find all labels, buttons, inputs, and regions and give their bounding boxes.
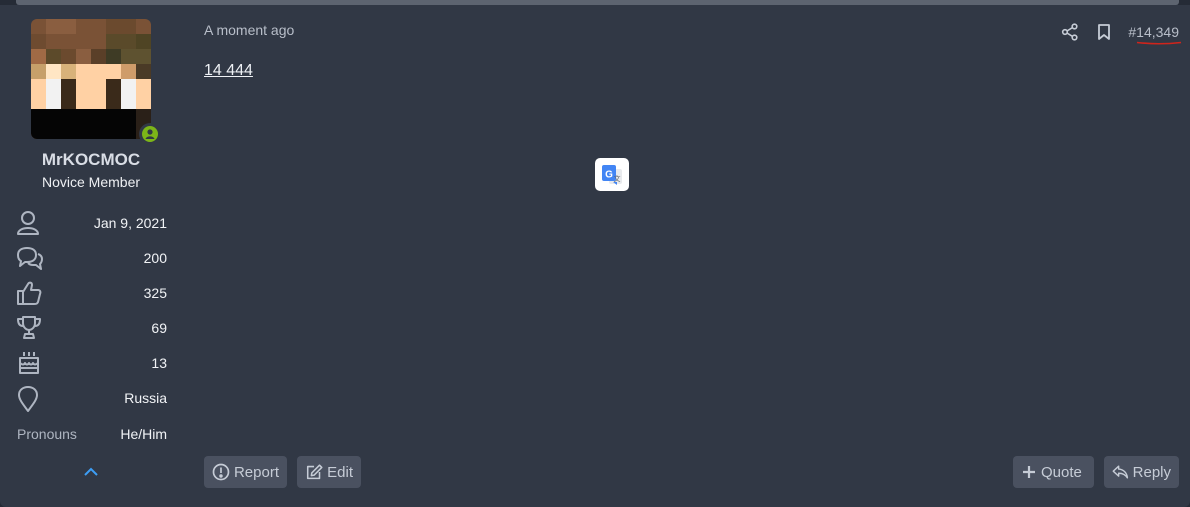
report-label: Report [233,463,279,481]
stat-location: Russia [16,385,167,412]
edit-button[interactable]: Edit [297,456,361,488]
stat-joined: Jan 9, 2021 [16,210,167,236]
red-underline-annotation [1137,41,1182,45]
username[interactable]: MrKOCMOC [0,150,182,170]
stat-reactions: 325 [16,280,167,306]
stat-age: 13 [16,350,167,376]
bookmark-icon [1098,24,1111,40]
avatar-image [31,19,151,139]
avatar[interactable] [31,19,161,145]
post-content: 14 444 [204,62,253,79]
birthday-cake-icon [16,350,42,376]
trophy-icon [16,315,42,341]
bookmark-button[interactable] [1094,22,1114,42]
pronouns-label: Pronouns [17,426,77,442]
quote-button[interactable]: Quote [1013,456,1094,488]
user-title: Novice Member [41,174,141,190]
alert-circle-icon [212,463,230,481]
post-number-link[interactable]: #14,349 [1128,24,1182,45]
location-value: Russia [124,390,167,406]
report-button[interactable]: Report [204,456,287,488]
google-translate-icon: G 文 [602,164,622,185]
share-button[interactable] [1060,22,1080,42]
post-header-actions: #14,349 [1060,20,1182,45]
reply-label: Reply [1132,463,1171,481]
post-date[interactable]: A moment ago [204,22,294,38]
post-number: #14,349 [1128,24,1179,40]
stat-pronouns: Pronouns He/Him [16,421,167,447]
edit-label: Edit [327,463,353,481]
reactions-count: 325 [143,285,167,301]
stat-points: 69 [16,315,167,341]
messages-count: 200 [143,250,167,266]
reply-button[interactable]: Reply [1104,456,1179,488]
svg-text:文: 文 [614,174,621,183]
online-status-icon [139,123,161,145]
age-value: 13 [151,355,167,371]
forum-post [0,5,1190,507]
user-icon [16,210,42,236]
location-pin-icon [16,385,42,412]
chevron-up-icon [84,467,98,476]
google-translate-button[interactable]: G 文 [595,158,629,191]
edit-icon [306,464,323,480]
reply-icon [1112,465,1129,479]
svg-text:G: G [605,169,613,180]
plus-icon [1023,466,1035,478]
pronouns-value: He/Him [120,426,167,442]
thumbs-up-icon [16,280,42,306]
quote-label: Quote [1041,463,1082,481]
messages-icon [16,245,43,271]
collapse-sidebar-button[interactable] [81,462,101,480]
share-icon [1062,23,1078,41]
joined-date: Jan 9, 2021 [93,215,167,231]
trophy-points: 69 [151,320,167,336]
stat-messages: 200 [16,245,167,271]
